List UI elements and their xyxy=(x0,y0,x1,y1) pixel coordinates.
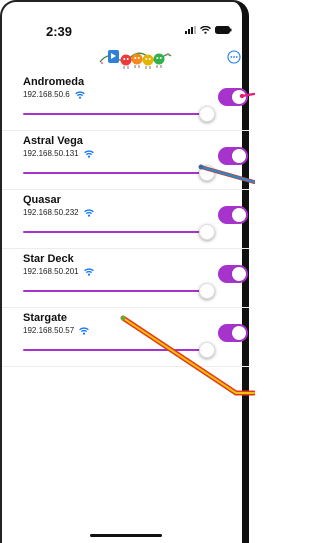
brightness-slider[interactable] xyxy=(23,342,215,358)
slider-track-filled xyxy=(23,231,207,233)
wifi-icon xyxy=(200,26,211,34)
status-time: 2:39 xyxy=(46,24,73,39)
toggle-knob xyxy=(232,326,246,340)
slider-track-filled xyxy=(23,349,207,351)
device-ip-address: 192.168.50.201 xyxy=(23,267,79,276)
slider-thumb[interactable] xyxy=(199,342,215,358)
slider-track-filled xyxy=(23,172,207,174)
status-icons xyxy=(185,26,232,34)
status-bar: 2:39 xyxy=(2,2,249,42)
device-list: Andromeda 192.168.50.6 Astral Vega 192.168.… xyxy=(2,72,249,367)
device-ip-line: 192.168.50.201 xyxy=(23,267,94,276)
phone-frame: 2:39 Andromeda 192.168.50.6 Astral Vega … xyxy=(0,0,249,543)
power-toggle[interactable] xyxy=(218,88,248,106)
device-name: Quasar xyxy=(23,194,61,206)
wifi-icon xyxy=(83,150,94,158)
toggle-knob xyxy=(232,90,246,104)
slider-thumb[interactable] xyxy=(199,106,215,122)
toggle-knob xyxy=(232,208,246,222)
device-name: Andromeda xyxy=(23,76,85,88)
device-row[interactable]: Astral Vega 192.168.50.131 xyxy=(2,131,249,190)
cellular-signal-icon xyxy=(185,26,196,34)
device-ip-line: 192.168.50.232 xyxy=(23,208,94,217)
slider-thumb[interactable] xyxy=(199,283,215,299)
brightness-slider[interactable] xyxy=(23,224,215,240)
toggle-knob xyxy=(232,267,246,281)
device-row[interactable]: Stargate 192.168.50.57 xyxy=(2,308,249,367)
device-row[interactable]: Andromeda 192.168.50.6 xyxy=(2,72,249,131)
device-ip-line: 192.168.50.6 xyxy=(23,90,85,99)
device-row[interactable]: Star Deck 192.168.50.201 xyxy=(2,249,249,308)
home-indicator[interactable] xyxy=(90,534,162,537)
device-ip-address: 192.168.50.6 xyxy=(23,90,70,99)
power-toggle[interactable] xyxy=(218,147,248,165)
power-toggle[interactable] xyxy=(218,206,248,224)
slider-thumb[interactable] xyxy=(199,224,215,240)
device-name: Star Deck xyxy=(23,253,74,265)
device-ip-address: 192.168.50.131 xyxy=(23,149,79,158)
brightness-slider[interactable] xyxy=(23,165,215,181)
toggle-knob xyxy=(232,149,246,163)
app-header xyxy=(2,42,249,72)
brightness-slider[interactable] xyxy=(23,106,215,122)
device-row[interactable]: Quasar 192.168.50.232 xyxy=(2,190,249,249)
ellipsis-circle-icon xyxy=(227,50,241,64)
wifi-icon xyxy=(79,327,90,335)
screen: 2:39 Andromeda 192.168.50.6 Astral Vega … xyxy=(0,0,255,543)
wifi-icon xyxy=(83,209,94,217)
device-ip-line: 192.168.50.57 xyxy=(23,326,90,335)
slider-track-filled xyxy=(23,113,207,115)
brightness-slider[interactable] xyxy=(23,283,215,299)
slider-track-filled xyxy=(23,290,207,292)
slider-thumb[interactable] xyxy=(199,165,215,181)
device-name: Stargate xyxy=(23,312,68,324)
power-toggle[interactable] xyxy=(218,324,248,342)
wifi-icon xyxy=(83,268,94,276)
power-toggle[interactable] xyxy=(218,265,248,283)
device-name: Astral Vega xyxy=(23,135,83,147)
device-ip-address: 192.168.50.57 xyxy=(23,326,75,335)
more-options-button[interactable] xyxy=(227,50,241,64)
led-string-logo xyxy=(99,50,172,69)
wifi-icon xyxy=(74,91,85,99)
device-ip-address: 192.168.50.232 xyxy=(23,208,79,217)
device-ip-line: 192.168.50.131 xyxy=(23,149,94,158)
battery-icon xyxy=(215,26,232,34)
